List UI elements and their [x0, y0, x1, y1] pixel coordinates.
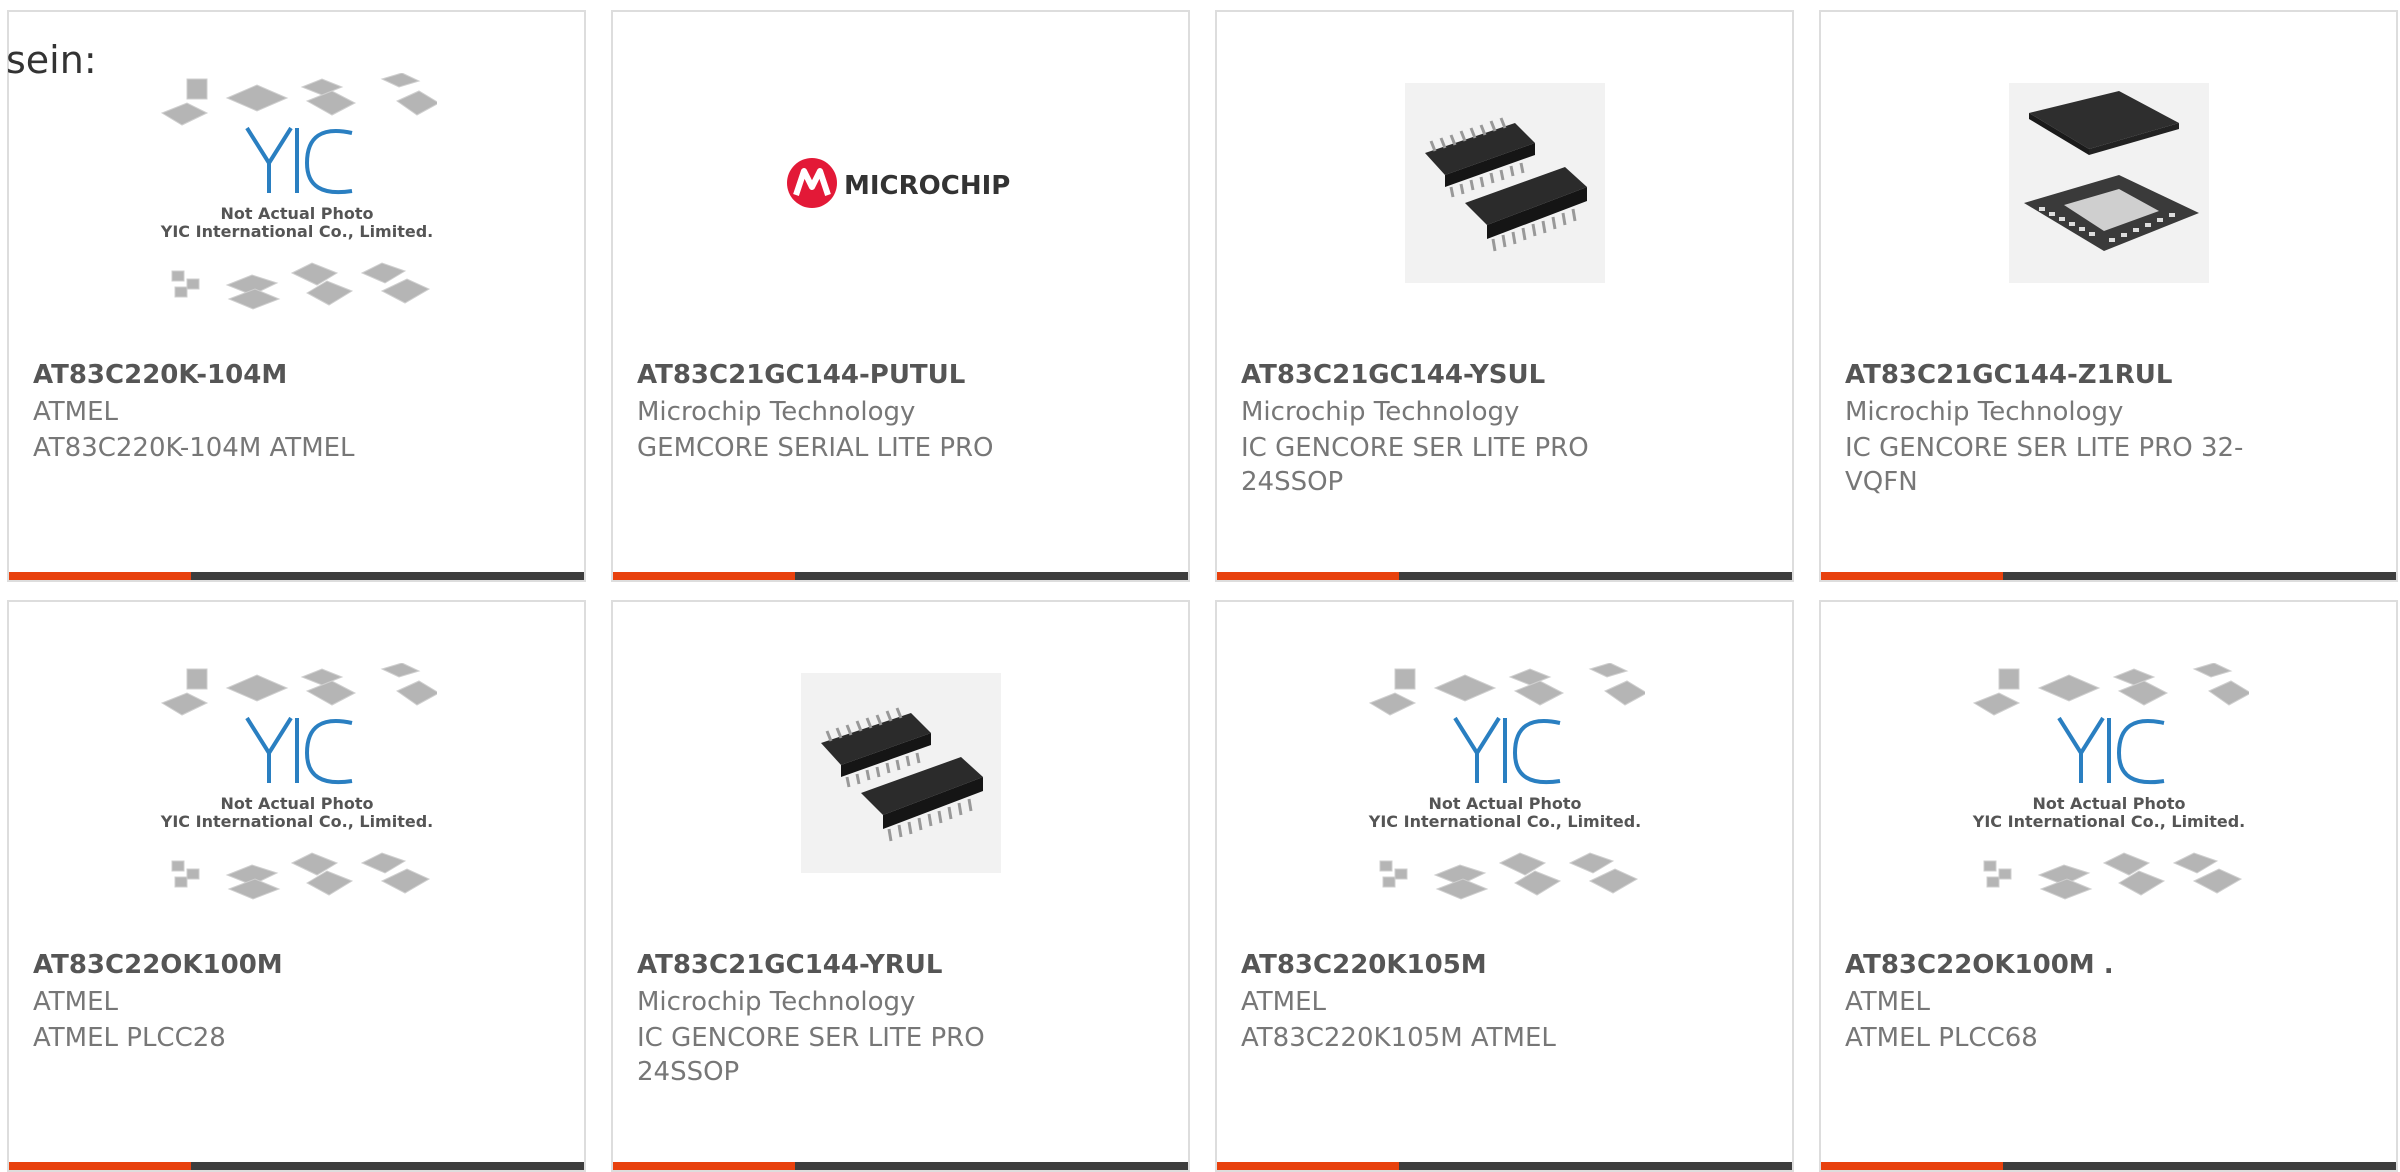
company-name-text: YIC International Co., Limited. — [1367, 812, 1640, 831]
product-card[interactable]: YIC Not Actual Photo YIC International C… — [7, 600, 586, 1172]
not-actual-photo-text: Not Actual Photo — [2032, 794, 2185, 813]
description-line: IC GENCORE SER LITE PRO 32- — [1845, 433, 2244, 463]
product-image[interactable]: YIC Not Actual Photo YIC International C… — [1217, 602, 1792, 944]
description-line: IC GENCORE SER LITE PRO — [637, 1023, 985, 1053]
not-actual-photo-text: Not Actual Photo — [1428, 794, 1581, 813]
product-image[interactable]: YIC Not Actual Photo YIC International C… — [1821, 602, 2396, 944]
part-number[interactable]: AT83C21GC144-PUTUL — [637, 360, 965, 390]
manufacturer: ATMEL — [1845, 987, 1930, 1017]
card-bottom-bar — [9, 1162, 584, 1170]
description-line: IC GENCORE SER LITE PRO — [1241, 433, 1589, 463]
not-actual-photo-text: Not Actual Photo — [220, 204, 373, 223]
card-bottom-bar — [613, 1162, 1188, 1170]
product-card[interactable]: YIC Not Actual Photo YIC International C… — [1215, 600, 1794, 1172]
description: ATMEL PLCC68 — [1845, 1021, 2315, 1055]
microchip-logo-icon: MICROCHIP — [844, 171, 1010, 201]
product-card[interactable]: AT83C21GC144-YSUL Microchip Technology IC … — [1215, 10, 1794, 582]
card-accent-bar — [9, 572, 191, 580]
manufacturer: Microchip Technology — [1241, 397, 1520, 427]
card-accent-bar — [613, 1162, 795, 1170]
manufacturer: Microchip Technology — [637, 397, 916, 427]
card-accent-bar — [9, 1162, 191, 1170]
part-number[interactable]: AT83C21GC144-YRUL — [637, 950, 942, 980]
description: ATMEL PLCC28 — [33, 1021, 503, 1055]
card-bottom-bar — [9, 572, 584, 580]
product-image[interactable] — [613, 602, 1188, 944]
company-name-text: YIC International Co., Limited. — [159, 222, 432, 241]
part-number[interactable]: AT83C21GC144-Z1RUL — [1845, 360, 2172, 390]
card-bottom-bar — [1821, 572, 2396, 580]
product-image[interactable]: YIC Not Actual Photo YIC International C… — [9, 602, 584, 944]
description-line: 24SSOP — [1241, 467, 1344, 497]
intro-text: sein: — [6, 38, 97, 82]
manufacturer: Microchip Technology — [1845, 397, 2124, 427]
description-line: GEMCORE SERIAL LITE PRO — [637, 433, 994, 463]
description: GEMCORE SERIAL LITE PRO — [637, 431, 1107, 465]
part-number[interactable]: AT83C22OK100M — [33, 950, 283, 980]
part-number[interactable]: AT83C21GC144-YSUL — [1241, 360, 1545, 390]
description-line: AT83C220K-104M ATMEL — [33, 433, 355, 463]
card-bottom-bar — [1821, 1162, 2396, 1170]
manufacturer: ATMEL — [1241, 987, 1326, 1017]
product-image[interactable] — [1217, 12, 1792, 354]
card-bottom-bar — [1217, 1162, 1792, 1170]
product-card[interactable]: YIC Not Actual Photo YIC International C… — [7, 10, 586, 582]
card-bottom-bar — [613, 572, 1188, 580]
description-line: AT83C220K105M ATMEL — [1241, 1023, 1556, 1053]
part-number[interactable]: AT83C22OK100M . — [1845, 950, 2114, 980]
card-accent-bar — [1217, 1162, 1399, 1170]
product-card[interactable]: MICROCHIP AT83C21GC144-PUTUL Microchip Te… — [611, 10, 1190, 582]
card-accent-bar — [1217, 572, 1399, 580]
description-line: 24SSOP — [637, 1057, 740, 1087]
part-number[interactable]: AT83C220K105M — [1241, 950, 1487, 980]
product-card[interactable]: AT83C21GC144-Z1RUL Microchip Technology IC… — [1819, 10, 2398, 582]
description-line: VQFN — [1845, 467, 1918, 497]
description: AT83C220K-104M ATMEL — [33, 431, 503, 465]
product-card[interactable]: AT83C21GC144-YRUL Microchip Technology IC … — [611, 600, 1190, 1172]
card-bottom-bar — [1217, 572, 1792, 580]
description-line: ATMEL PLCC68 — [1845, 1023, 2038, 1053]
manufacturer: ATMEL — [33, 397, 118, 427]
description: AT83C220K105M ATMEL — [1241, 1021, 1711, 1055]
description: IC GENCORE SER LITE PRO 24SSOP — [637, 1021, 1107, 1089]
manufacturer: Microchip Technology — [637, 987, 916, 1017]
card-accent-bar — [1821, 1162, 2003, 1170]
product-card[interactable]: YIC Not Actual Photo YIC International C… — [1819, 600, 2398, 1172]
description-line: ATMEL PLCC28 — [33, 1023, 226, 1053]
company-name-text: YIC International Co., Limited. — [159, 812, 432, 831]
product-image[interactable] — [1821, 12, 2396, 354]
card-accent-bar — [1821, 572, 2003, 580]
card-accent-bar — [613, 572, 795, 580]
not-actual-photo-text: Not Actual Photo — [220, 794, 373, 813]
description: IC GENCORE SER LITE PRO 32- VQFN — [1845, 431, 2315, 499]
description: IC GENCORE SER LITE PRO 24SSOP — [1241, 431, 1711, 499]
part-number[interactable]: AT83C220K-104M — [33, 360, 287, 390]
company-name-text: YIC International Co., Limited. — [1971, 812, 2244, 831]
product-image[interactable]: MICROCHIP — [613, 12, 1188, 354]
manufacturer: ATMEL — [33, 987, 118, 1017]
